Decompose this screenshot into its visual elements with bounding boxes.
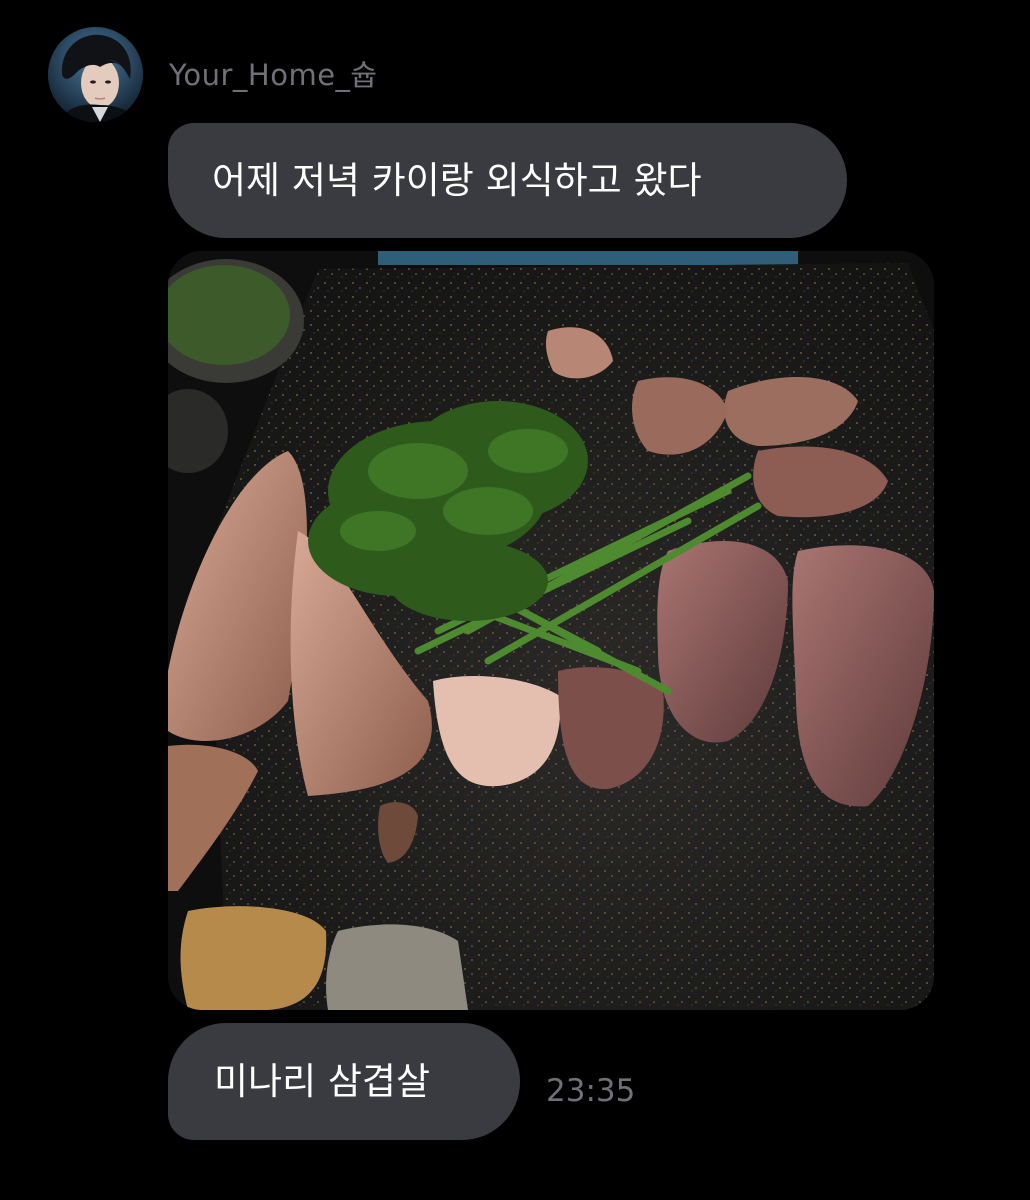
message-timestamp: 23:35: [546, 1073, 636, 1109]
photo-message[interactable]: [168, 251, 934, 1010]
sender-avatar[interactable]: [48, 27, 143, 122]
avatar-icon: [48, 27, 143, 122]
sender-name: Your_Home_슙: [169, 58, 378, 92]
food-photo-icon: [168, 251, 934, 1010]
message-bubble[interactable]: 미나리 삼겹살: [168, 1023, 520, 1140]
message-bubble[interactable]: 어제 저녁 카이랑 외식하고 왔다: [168, 123, 847, 238]
message-text: 어제 저녁 카이랑 외식하고 왔다: [212, 159, 702, 202]
message-text: 미나리 삼겹살: [214, 1060, 431, 1103]
